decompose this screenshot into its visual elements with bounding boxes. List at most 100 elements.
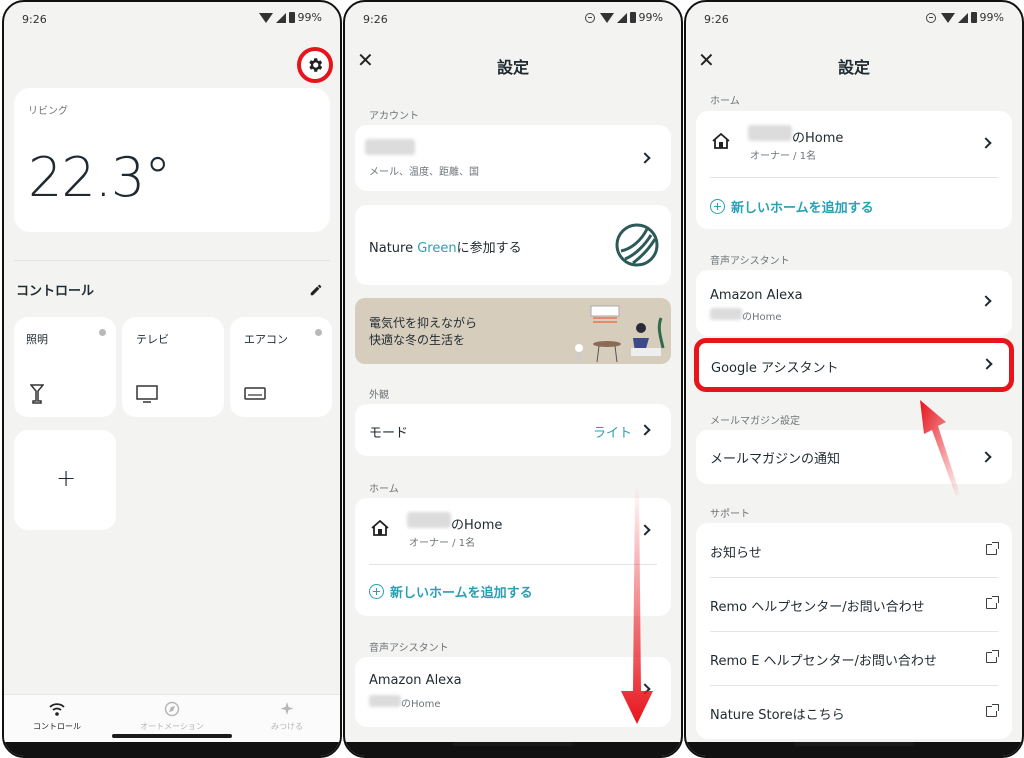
living-room-illustration bbox=[575, 305, 665, 363]
home-indicator[interactable] bbox=[453, 742, 573, 746]
tab-automation[interactable]: オートメーション bbox=[132, 701, 212, 732]
tab-label: みつける bbox=[271, 722, 303, 731]
account-row[interactable]: メール、温度、距離、国 bbox=[355, 125, 671, 191]
home-card: のHome オーナー / 1名 新しいホームを追加する bbox=[696, 111, 1012, 229]
alexa-row[interactable]: Amazon Alexa のHome bbox=[696, 270, 1012, 336]
tab-discover[interactable]: みつける bbox=[252, 701, 322, 732]
globe-leaf-icon bbox=[615, 223, 659, 267]
banner-line2: 快適な冬の生活を bbox=[369, 333, 466, 347]
promo-banner[interactable]: 電気代を抑えながら 快適な冬の生活を bbox=[355, 298, 671, 364]
control-section-title: コントロール bbox=[16, 284, 95, 299]
add-tile-button[interactable]: + bbox=[14, 430, 116, 530]
alexa-label: Amazon Alexa bbox=[369, 673, 462, 688]
chevron-right-icon bbox=[639, 152, 651, 164]
page-title: 設定 bbox=[496, 58, 529, 77]
external-link-icon bbox=[986, 704, 999, 717]
system-nav-area bbox=[4, 742, 340, 756]
home-indicator[interactable] bbox=[794, 742, 914, 746]
status-bar: 9:26 99% bbox=[686, 2, 1022, 36]
house-icon bbox=[712, 133, 730, 149]
mail-notification-label: メールマガジンの通知 bbox=[710, 452, 841, 467]
chevron-right-icon bbox=[980, 451, 992, 463]
compass-icon bbox=[164, 701, 180, 717]
plus-icon: + bbox=[56, 464, 77, 492]
banner-line1: 電気代を抑えながら bbox=[369, 316, 478, 330]
external-link-icon bbox=[986, 650, 999, 663]
annotation-arrow bbox=[920, 400, 960, 496]
scroll-down-arrow bbox=[621, 486, 653, 724]
chevron-right-icon bbox=[980, 137, 992, 149]
add-home-button[interactable]: 新しいホームを追加する bbox=[710, 197, 874, 216]
support-item[interactable]: Nature Storeはこちら bbox=[696, 685, 1012, 739]
room-card[interactable]: リビング 22.3° bbox=[14, 88, 330, 232]
status-bar: 9:26 99% bbox=[345, 2, 681, 36]
battery-icon bbox=[288, 12, 295, 23]
phone-screen-home: 9:26 99% リビング 22.3° コントロール 照明 テレビ エアコン +… bbox=[2, 0, 342, 758]
phone-screen-settings-top: 9:26 99% ✕ 設定 アカウント メール、温度、距離、国 Nature G… bbox=[343, 0, 683, 758]
nature-green-label: Nature Greenに参加する bbox=[369, 241, 522, 256]
lamp-icon bbox=[30, 384, 44, 404]
section-home: ホーム bbox=[369, 484, 399, 495]
google-assistant-row[interactable]: Google アシスタント bbox=[694, 338, 1014, 392]
tab-control[interactable]: コントロール bbox=[22, 701, 92, 732]
battery-percent: 99% bbox=[979, 11, 1004, 24]
mode-value: ライト bbox=[593, 426, 633, 441]
dnd-icon bbox=[925, 12, 936, 23]
nature-green-row[interactable]: Nature Greenに参加する bbox=[355, 205, 671, 285]
home-name[interactable]: のHome bbox=[792, 127, 843, 146]
divider bbox=[710, 177, 998, 178]
home-name[interactable]: のHome bbox=[451, 514, 502, 533]
tab-label: コントロール bbox=[33, 722, 81, 731]
redacted-name bbox=[710, 308, 742, 320]
section-home: ホーム bbox=[710, 96, 740, 107]
status-time: 9:26 bbox=[704, 13, 729, 26]
mode-label: モード bbox=[369, 426, 409, 441]
tile-tv[interactable]: テレビ bbox=[122, 317, 224, 417]
divider bbox=[14, 260, 330, 261]
wifi-icon bbox=[940, 12, 955, 23]
page-title: 設定 bbox=[837, 58, 870, 77]
home-sub: オーナー / 1名 bbox=[409, 538, 476, 549]
tile-light[interactable]: 照明 bbox=[14, 317, 116, 417]
tab-label: オートメーション bbox=[140, 722, 204, 731]
battery-percent: 99% bbox=[638, 11, 663, 24]
mode-row[interactable]: モード ライト bbox=[355, 404, 671, 456]
redacted-name bbox=[407, 512, 451, 528]
section-mail: メールマガジン設定 bbox=[710, 416, 800, 427]
status-dot bbox=[315, 329, 322, 336]
house-icon bbox=[371, 520, 389, 536]
battery-percent: 99% bbox=[297, 11, 322, 24]
home-indicator[interactable] bbox=[112, 734, 232, 738]
chevron-right-icon bbox=[639, 424, 651, 436]
section-voice: 音声アシスタント bbox=[369, 643, 449, 654]
support-item[interactable]: Remo ヘルプセンター/お問い合わせ bbox=[696, 577, 1012, 631]
alexa-sub: のHome bbox=[742, 312, 782, 323]
redacted-name bbox=[365, 139, 415, 155]
support-item[interactable]: Remo E ヘルプセンター/お問い合わせ bbox=[696, 631, 1012, 685]
add-home-button[interactable]: 新しいホームを追加する bbox=[369, 582, 533, 601]
alexa-label: Amazon Alexa bbox=[710, 288, 803, 303]
dnd-icon bbox=[584, 12, 595, 23]
edit-pencil-icon[interactable] bbox=[309, 283, 323, 297]
section-support: サポート bbox=[710, 509, 750, 520]
redacted-name bbox=[369, 695, 401, 707]
external-link-icon bbox=[986, 596, 999, 609]
section-account: アカウント bbox=[369, 111, 419, 122]
temperature-value: 22.3° bbox=[28, 146, 171, 209]
signal-icon bbox=[957, 12, 968, 23]
status-bar: 9:26 99% bbox=[4, 2, 340, 36]
wifi-icon bbox=[599, 12, 614, 23]
chevron-right-icon bbox=[980, 295, 992, 307]
wifi-remote-icon bbox=[49, 703, 65, 716]
settings-gear-button[interactable] bbox=[297, 47, 333, 83]
support-item[interactable]: お知らせ bbox=[696, 523, 1012, 577]
tile-aircon[interactable]: エアコン bbox=[230, 317, 332, 417]
external-link-icon bbox=[986, 542, 999, 555]
chevron-right-icon bbox=[981, 358, 993, 370]
phone-screen-settings-scrolled: 9:26 99% ✕ 設定 ホーム のHome オーナー / 1名 新しいホーム… bbox=[684, 0, 1024, 758]
account-sub: メール、温度、距離、国 bbox=[369, 167, 479, 178]
divider bbox=[369, 564, 657, 565]
wifi-icon bbox=[258, 12, 273, 23]
home-sub: オーナー / 1名 bbox=[750, 151, 817, 162]
sparkle-icon bbox=[280, 702, 294, 715]
